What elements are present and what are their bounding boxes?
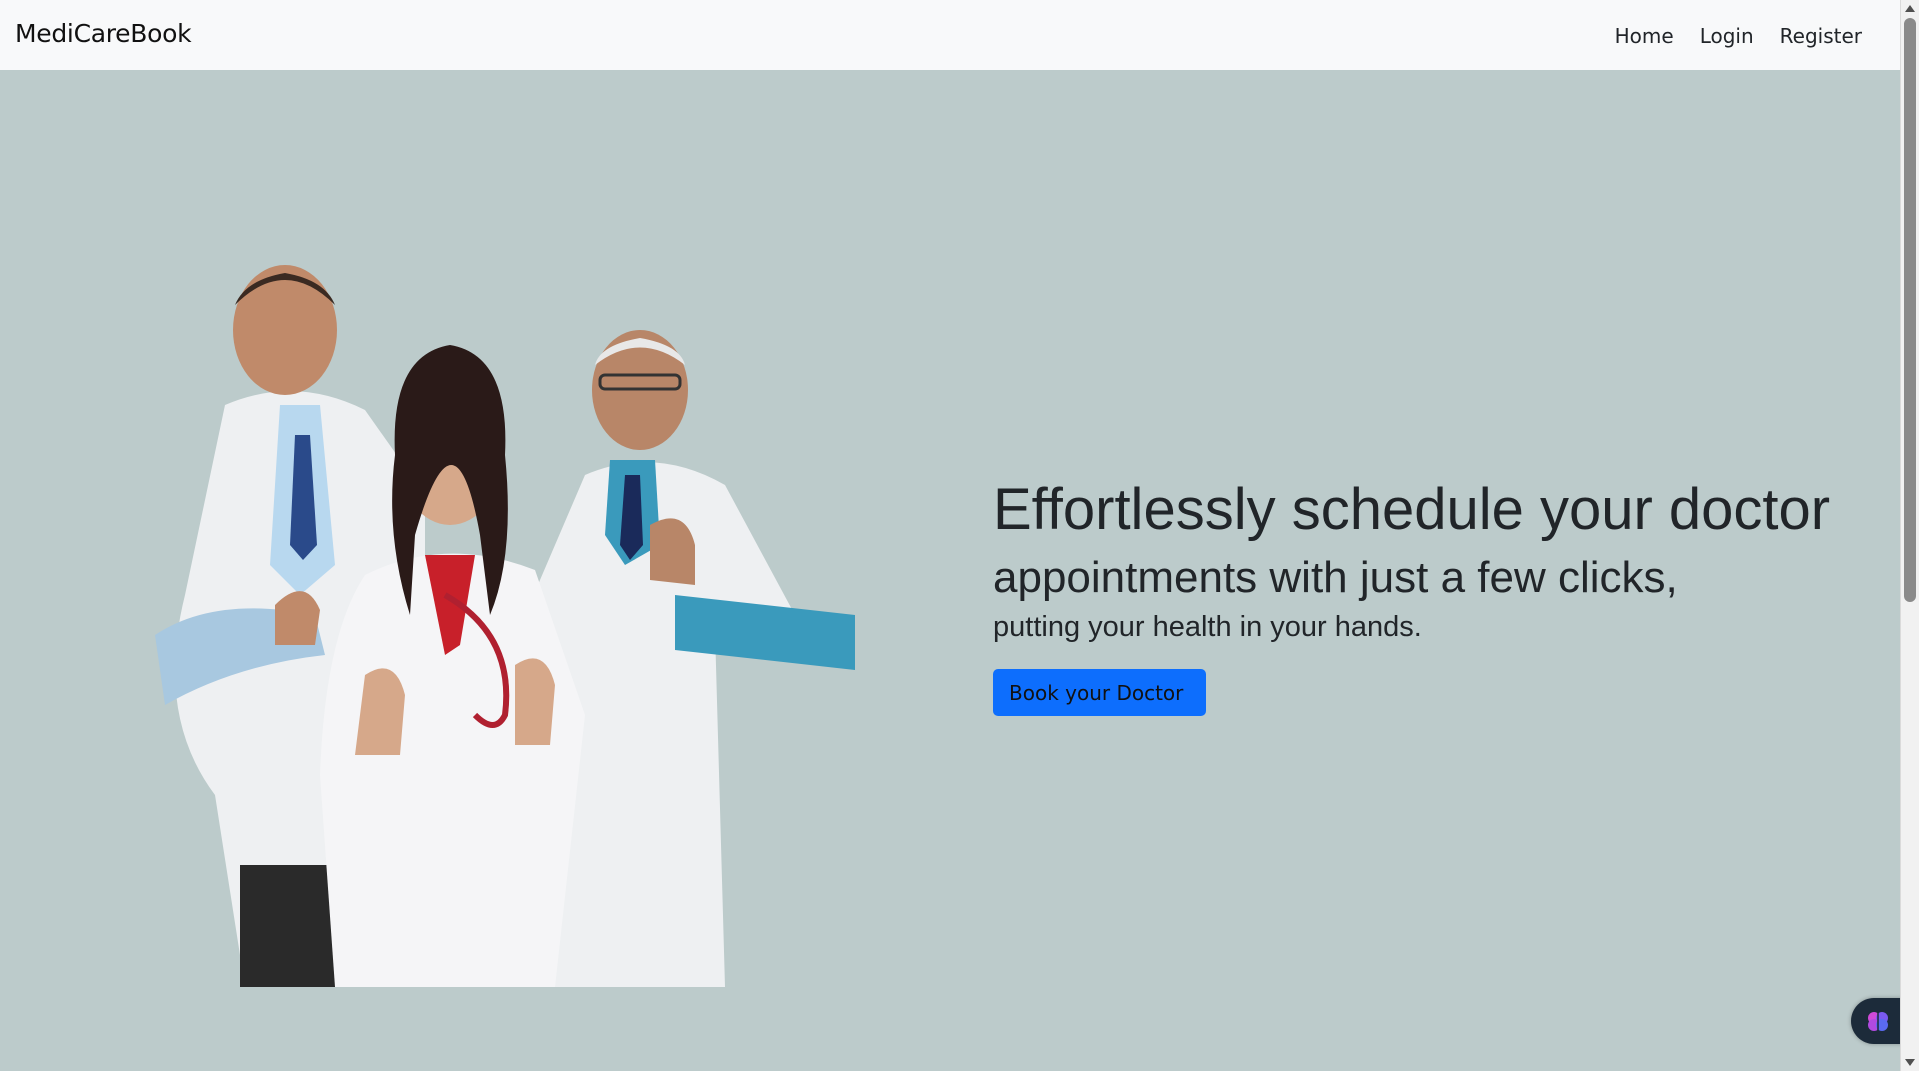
nav-login-link[interactable]: Login — [1700, 24, 1754, 48]
hero-tagline: putting your health in your hands. — [993, 611, 1422, 644]
hero-subheadline: appointments with just a few clicks, — [993, 552, 1678, 602]
navbar: MediCareBook Home Login Register — [0, 0, 1900, 70]
scroll-up-arrow-icon[interactable] — [1905, 5, 1915, 12]
nav-links: Home Login Register — [1615, 24, 1862, 48]
scrollbar-thumb[interactable] — [1904, 18, 1916, 602]
hero-headline: Effortlessly schedule your doctor — [993, 477, 1831, 542]
hero-text-block: Effortlessly schedule your doctor appoin… — [993, 475, 1831, 717]
doctor-right-figure — [525, 330, 855, 987]
vertical-scrollbar[interactable] — [1900, 0, 1919, 1071]
nav-register-link[interactable]: Register — [1780, 24, 1862, 48]
brain-icon — [1868, 1012, 1888, 1031]
assistant-launcher-button[interactable] — [1851, 998, 1906, 1044]
brand-logo-link[interactable]: MediCareBook — [15, 19, 192, 48]
nav-home-link[interactable]: Home — [1615, 24, 1674, 48]
book-doctor-button[interactable]: Book your Doctor — [993, 669, 1206, 717]
hero-section: Effortlessly schedule your doctor appoin… — [0, 70, 1900, 1071]
scroll-down-arrow-icon[interactable] — [1905, 1059, 1915, 1066]
doctors-photo — [155, 265, 855, 987]
